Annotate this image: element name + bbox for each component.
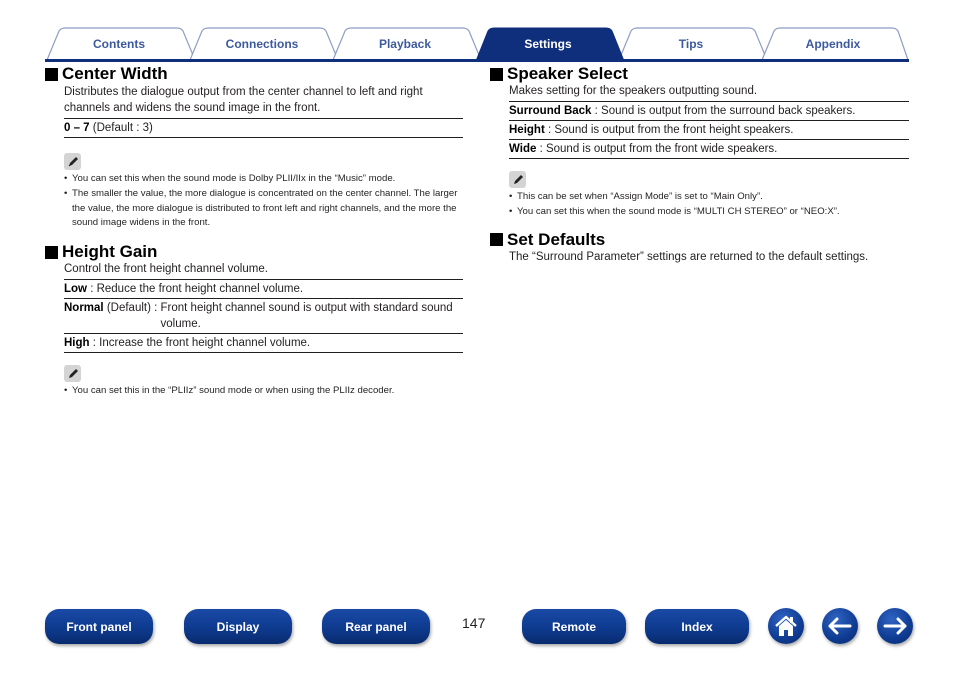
left-column: Center Width Distributes the dialogue ou… (45, 63, 463, 399)
section-title-text: Speaker Select (507, 64, 628, 83)
option-text: : Sound is output from the front wide sp… (536, 143, 778, 155)
tab-appendix[interactable]: Appendix (773, 37, 893, 51)
options-table: Low : Reduce the front height channel vo… (64, 279, 463, 354)
note-item: This can be set when “Assign Mode” is se… (509, 190, 909, 205)
option-key: Surround Back (509, 105, 592, 117)
back-arrow-icon (828, 617, 852, 635)
option-key: 0 – 7 (64, 122, 90, 134)
tab-bar: Contents Connections Playback Settings T… (45, 27, 909, 63)
tab-playback[interactable]: Playback (345, 37, 465, 51)
option-row: Low : Reduce the front height channel vo… (64, 280, 463, 300)
option-text: : Sound is output from the surround back… (591, 105, 856, 117)
tab-settings[interactable]: Settings (488, 37, 608, 51)
square-bullet-icon (45, 67, 58, 81)
section-center-width: Center Width Distributes the dialogue ou… (45, 63, 463, 231)
remote-button[interactable]: Remote (522, 609, 626, 644)
note-block: You can set this when the sound mode is … (64, 153, 463, 231)
section-title-text: Center Width (62, 64, 168, 83)
section-heading: Height Gain (45, 241, 463, 263)
section-heading: Set Defaults (490, 229, 909, 251)
options-table: Surround Back : Sound is output from the… (509, 101, 909, 159)
option-key: Low (64, 283, 87, 296)
section-speaker-select: Speaker Select Makes setting for the spe… (490, 63, 909, 220)
note-item: You can set this in the “PLIIz” sound mo… (64, 384, 463, 399)
section-height-gain: Height Gain Control the front height cha… (45, 241, 463, 399)
option-text: : Increase the front height channel volu… (89, 337, 311, 350)
page-number: 147 (462, 615, 486, 631)
option-row: Height : Sound is output from the front … (509, 121, 909, 140)
option-row: High : Increase the front height channel… (64, 334, 463, 354)
section-description: The “Surround Parameter” settings are re… (509, 250, 869, 263)
option-key: Wide (509, 143, 537, 155)
option-row: Wide : Sound is output from the front wi… (509, 140, 909, 159)
option-hanging-text: Front height channel sound is output wit… (160, 302, 453, 331)
option-row: 0 – 7 (Default : 3) (64, 119, 463, 138)
section-description: Control the front height channel volume. (64, 263, 268, 276)
section-description: Distributes the dialogue output from the… (64, 86, 423, 114)
forward-button[interactable] (877, 608, 913, 644)
home-button[interactable] (768, 608, 804, 644)
option-key: Normal (64, 302, 104, 315)
tab-tips[interactable]: Tips (631, 37, 751, 51)
right-column: Speaker Select Makes setting for the spe… (490, 63, 909, 265)
square-bullet-icon (490, 233, 503, 247)
index-button[interactable]: Index (645, 609, 749, 644)
square-bullet-icon (490, 67, 503, 81)
note-item: You can set this when the sound mode is … (64, 172, 463, 187)
option-text: (Default : 3) (89, 122, 153, 134)
note-block: You can set this in the “PLIIz” sound mo… (64, 365, 463, 399)
section-title-text: Height Gain (62, 242, 158, 262)
section-heading: Speaker Select (490, 63, 909, 85)
note-block: This can be set when “Assign Mode” is se… (509, 171, 909, 220)
section-title-text: Set Defaults (507, 229, 606, 249)
pencil-note-icon (64, 153, 81, 170)
option-row: Normal (Default) : Front height channel … (64, 299, 463, 335)
rear-panel-button[interactable]: Rear panel (322, 609, 430, 644)
pencil-note-icon (509, 171, 526, 188)
option-text: : Sound is output from the front height … (544, 124, 794, 136)
section-description: Makes setting for the speakers outputtin… (509, 85, 758, 97)
note-item: You can set this when the sound mode is … (509, 205, 909, 220)
option-text: : Reduce the front height channel volume… (87, 283, 304, 296)
option-key: Height (509, 124, 545, 136)
options-table: 0 – 7 (Default : 3) (64, 118, 463, 138)
front-panel-button[interactable]: Front panel (45, 609, 153, 644)
forward-arrow-icon (883, 617, 907, 635)
back-button[interactable] (822, 608, 858, 644)
option-text: (Default) : (103, 302, 161, 315)
pencil-note-icon (64, 365, 81, 383)
option-key: High (64, 337, 90, 350)
display-button[interactable]: Display (184, 609, 292, 644)
note-item: The smaller the value, the more dialogue… (64, 187, 463, 231)
section-heading: Center Width (45, 63, 463, 85)
home-icon (775, 615, 797, 636)
tab-connections[interactable]: Connections (202, 37, 322, 51)
tab-underline-rule (45, 59, 909, 62)
square-bullet-icon (45, 245, 58, 259)
section-set-defaults: Set Defaults The “Surround Parameter” se… (490, 229, 909, 265)
tab-contents[interactable]: Contents (59, 37, 179, 51)
option-row: Surround Back : Sound is output from the… (509, 102, 909, 121)
